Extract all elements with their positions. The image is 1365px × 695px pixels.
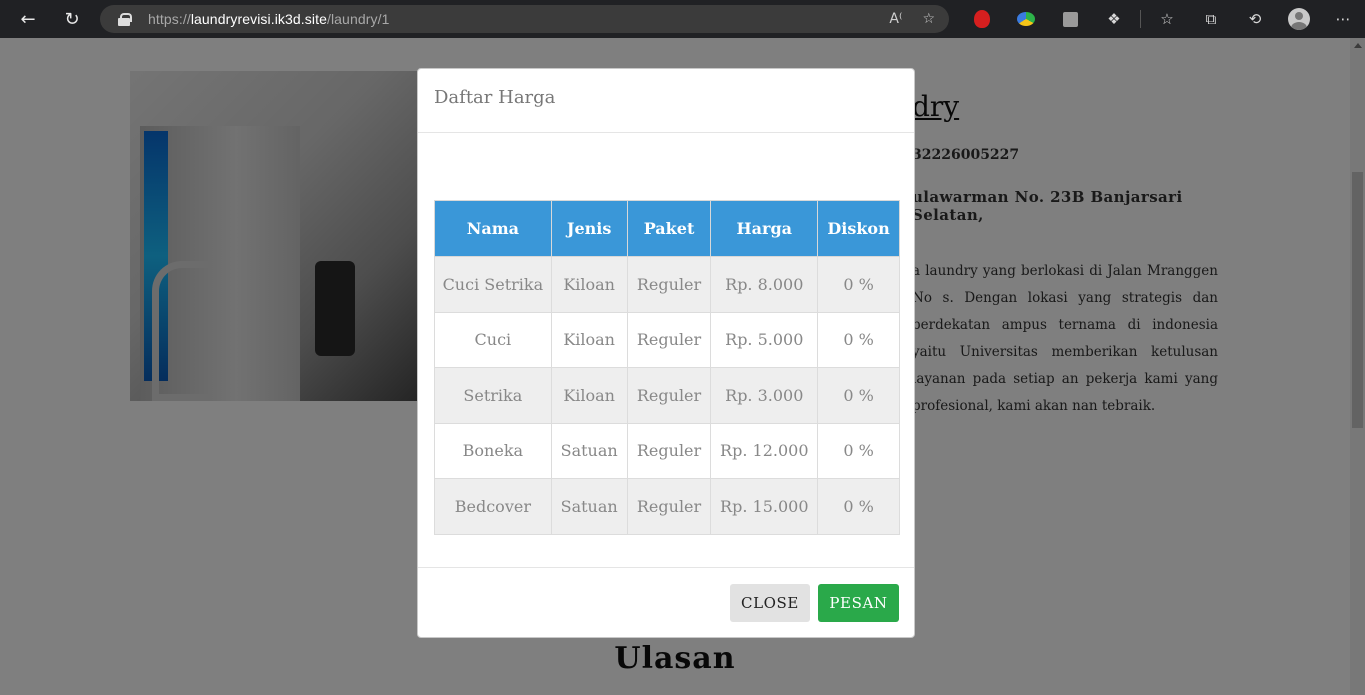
favorites-icon[interactable]: ☆	[1145, 0, 1189, 38]
cell-nama: Cuci Setrika	[434, 256, 552, 313]
table-row: Cuci Kiloan Reguler Rp. 5.000 0 %	[434, 311, 900, 368]
url-prefix: https://	[148, 11, 191, 27]
modal-header: Daftar Harga	[418, 69, 914, 133]
column-header-jenis: Jenis	[550, 200, 628, 257]
url-path: /laundry/1	[326, 11, 390, 27]
cell-paket: Reguler	[626, 367, 712, 424]
url-host: laundryrevisi.ik3d.site	[190, 11, 327, 27]
extensions-puzzle-icon[interactable]: ❖	[1092, 0, 1136, 38]
table-header-row: Nama Jenis Paket Harga Diskon	[434, 200, 900, 257]
cell-diskon: 0 %	[817, 478, 900, 535]
address-bar[interactable]: https://laundryrevisi.ik3d.site/laundry/…	[100, 5, 949, 33]
lock-icon[interactable]	[118, 12, 132, 26]
price-list-modal: Daftar Harga Nama Jenis Paket Harga Disk…	[417, 68, 915, 638]
modal-body: Nama Jenis Paket Harga Diskon Cuci Setri…	[434, 200, 900, 535]
cell-paket: Reguler	[626, 311, 712, 368]
refresh-icon[interactable]: ↻	[50, 0, 94, 38]
cell-jenis: Kiloan	[550, 311, 628, 368]
cell-diskon: 0 %	[817, 367, 900, 424]
table-row: Bedcover Satuan Reguler Rp. 15.000 0 %	[434, 478, 900, 535]
pesan-button[interactable]: PESAN	[818, 584, 899, 622]
column-header-paket: Paket	[626, 200, 712, 257]
modal-footer: CLOSE PESAN	[418, 567, 914, 637]
cell-diskon: 0 %	[817, 256, 900, 313]
cell-jenis: Satuan	[550, 422, 628, 479]
url-text[interactable]: https://laundryrevisi.ik3d.site/laundry/…	[148, 11, 389, 27]
history-icon[interactable]: ⟲	[1233, 0, 1277, 38]
back-arrow-icon[interactable]: ←	[6, 0, 50, 38]
cell-paket: Reguler	[626, 256, 712, 313]
extension-color-icon[interactable]	[1004, 0, 1048, 38]
profile-avatar[interactable]	[1277, 0, 1321, 38]
cell-nama: Boneka	[434, 422, 552, 479]
table-row: Setrika Kiloan Reguler Rp. 3.000 0 %	[434, 367, 900, 424]
extension-red-icon[interactable]	[960, 0, 1004, 38]
cell-harga: Rp. 3.000	[710, 367, 819, 424]
close-button[interactable]: CLOSE	[730, 584, 810, 622]
cell-paket: Reguler	[626, 422, 712, 479]
column-header-harga: Harga	[710, 200, 819, 257]
cell-harga: Rp. 12.000	[710, 422, 819, 479]
cell-nama: Cuci	[434, 311, 552, 368]
cell-paket: Reguler	[626, 478, 712, 535]
modal-title: Daftar Harga	[434, 87, 556, 108]
cell-jenis: Kiloan	[550, 256, 628, 313]
toolbar-divider	[1140, 10, 1141, 28]
cell-harga: Rp. 5.000	[710, 311, 819, 368]
column-header-diskon: Diskon	[817, 200, 900, 257]
table-row: Cuci Setrika Kiloan Reguler Rp. 8.000 0 …	[434, 256, 900, 313]
table-row: Boneka Satuan Reguler Rp. 12.000 0 %	[434, 422, 900, 479]
cell-harga: Rp. 8.000	[710, 256, 819, 313]
cell-nama: Bedcover	[434, 478, 552, 535]
extension-gray-icon[interactable]	[1048, 0, 1092, 38]
cell-harga: Rp. 15.000	[710, 478, 819, 535]
browser-toolbar: ← ↻ https://laundryrevisi.ik3d.site/laun…	[0, 0, 1365, 38]
cell-nama: Setrika	[434, 367, 552, 424]
collections-icon[interactable]: ⧉	[1189, 0, 1233, 38]
cell-jenis: Kiloan	[550, 367, 628, 424]
column-header-nama: Nama	[434, 200, 552, 257]
add-favorite-icon[interactable]: ☆	[922, 11, 935, 27]
price-table: Nama Jenis Paket Harga Diskon Cuci Setri…	[434, 200, 900, 535]
cell-diskon: 0 %	[817, 311, 900, 368]
read-aloud-icon[interactable]: A⁽	[889, 11, 902, 27]
cell-jenis: Satuan	[550, 478, 628, 535]
cell-diskon: 0 %	[817, 422, 900, 479]
more-menu-icon[interactable]: ⋯	[1321, 0, 1365, 38]
